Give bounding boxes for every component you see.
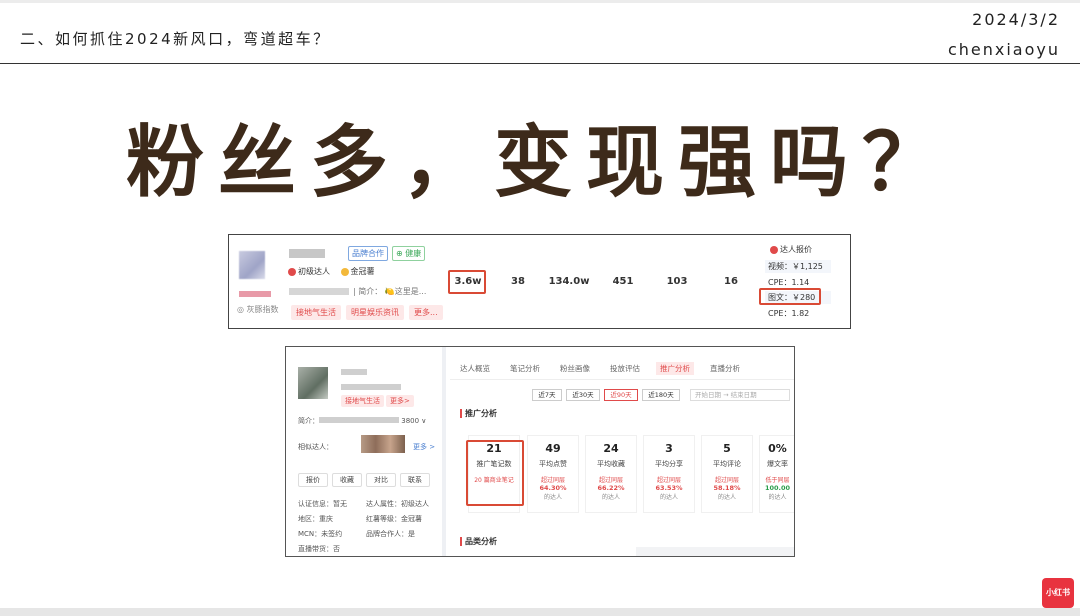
quote-button[interactable]: 报价 <box>298 473 328 487</box>
blurred-text <box>341 384 401 390</box>
section-category: 品类分析 <box>460 536 497 547</box>
info-item: 红薯等级：金冠薯 <box>366 515 422 523</box>
date-range-input[interactable]: 开始日期 → 结束日期 <box>690 389 790 401</box>
similar-label: 相似达人： <box>298 443 333 451</box>
crown-icon <box>340 267 349 276</box>
metric-value: 103 <box>666 276 688 287</box>
tab-overview[interactable]: 达人概览 <box>460 363 490 374</box>
tab-placement[interactable]: 投放评估 <box>610 363 640 374</box>
avatar <box>298 367 328 399</box>
stat-card: 5 平均评论 超过同层 58.18% 的达人 <box>701 435 753 513</box>
range-180d[interactable]: 近180天 <box>642 389 680 401</box>
range-7d[interactable]: 近7天 <box>532 389 562 401</box>
level-line: 初级达人 金冠薯 <box>288 266 375 277</box>
stat-card: 49 平均点赞 超过同层 64.30% 的达人 <box>527 435 579 513</box>
favorite-button[interactable]: 收藏 <box>332 473 362 487</box>
author-label: chenxiaoyu <box>947 40 1060 59</box>
info-item: 认证信息：暂无 <box>298 500 347 508</box>
influencer-row-screenshot: ◎ 灰豚指数 品牌合作 ⊕ 健康 初级达人 金冠薯 | 简介： 🍋这里是... … <box>228 234 851 329</box>
header-divider <box>0 63 1080 64</box>
stat-card: 0% 爆文率 低于同层 100.00 的达人 <box>759 435 794 513</box>
section-promo: 推广分析 <box>460 408 497 419</box>
category-chip[interactable]: 接地气生活 <box>291 305 341 320</box>
blurred-name-bar <box>239 291 271 297</box>
tab-fans[interactable]: 粉丝画像 <box>560 363 590 374</box>
info-item: 品牌合作人：是 <box>366 530 415 538</box>
bottom-edge <box>0 608 1080 616</box>
tab-promotion[interactable]: 推广分析 <box>656 362 694 375</box>
intro-line: | 简介： 🍋这里是... <box>289 286 426 297</box>
stat-card: 24 平均收藏 超过同层 66.22% 的达人 <box>585 435 637 513</box>
blurred-text <box>319 417 399 423</box>
top-edge <box>0 0 1080 3</box>
stat-card: 3 平均分享 超过同层 63.53% 的达人 <box>643 435 695 513</box>
slide-main-title: 粉丝多，变现强吗？ <box>125 118 954 208</box>
profile-panel: 接地气生活 更多> 简介： 3800 ∨ 相似达人： 更多 > 报价 收藏 对比… <box>286 347 446 556</box>
creator-level-icon <box>288 267 296 276</box>
metric-value: 134.0w <box>548 276 590 287</box>
metric-value: 16 <box>724 276 738 287</box>
blurred-text <box>289 288 349 295</box>
metric-value: 451 <box>612 276 634 287</box>
section-marker <box>460 537 462 546</box>
follower-highlight-box <box>448 270 486 294</box>
price-header: 达人报价 <box>770 244 812 255</box>
intro-line: 简介： 3800 ∨ <box>298 417 427 425</box>
section-marker <box>460 409 462 418</box>
crown-level-label: 金冠薯 <box>350 267 375 276</box>
contact-button[interactable]: 联系 <box>400 473 430 487</box>
compare-button[interactable]: 对比 <box>366 473 396 487</box>
xiaohongshu-logo: 小红书 <box>1042 578 1074 608</box>
heat-index-label: ◎ 灰豚指数 <box>237 305 279 314</box>
price-icon <box>770 245 778 254</box>
image-cpe: CPE：1.82 <box>765 307 831 320</box>
analysis-panel: 达人概览 笔记分析 粉丝画像 投放评估 推广分析 直播分析 近7天 近30天 近… <box>450 347 794 556</box>
influencer-detail-screenshot: 接地气生活 更多> 简介： 3800 ∨ 相似达人： 更多 > 报价 收藏 对比… <box>285 346 795 557</box>
range-90d[interactable]: 近90天 <box>604 389 638 401</box>
info-item: 地区：重庆 <box>298 515 333 523</box>
health-tag: ⊕ 健康 <box>392 246 426 261</box>
brand-partner-tag: 品牌合作 <box>348 246 388 261</box>
creator-level-label: 初级达人 <box>298 267 330 276</box>
section-heading: 二、如何抓住2024新风口，弯道超车？ <box>20 30 331 48</box>
category-chip[interactable]: 接地气生活 <box>341 395 384 407</box>
more-chip[interactable]: 更多> <box>386 395 414 407</box>
similar-avatars[interactable] <box>361 435 405 453</box>
video-price: 视频：￥1,125 <box>765 260 831 273</box>
tab-divider <box>450 379 794 380</box>
info-item: 达人属性：初级达人 <box>366 500 429 508</box>
tab-notes[interactable]: 笔记分析 <box>510 363 540 374</box>
slide: 二、如何抓住2024新风口，弯道超车？ 2024/3/2 chenxiaoyu … <box>0 0 1080 616</box>
intro-text: | 简介： 🍋这里是... <box>353 287 427 296</box>
blurred-username <box>341 369 367 375</box>
tab-live[interactable]: 直播分析 <box>710 363 740 374</box>
avatar <box>239 251 265 279</box>
footer-strip <box>636 547 794 556</box>
date-label: 2024/3/2 <box>972 10 1060 29</box>
category-chip[interactable]: 明星娱乐资讯 <box>346 305 404 320</box>
range-30d[interactable]: 近30天 <box>566 389 600 401</box>
image-price-highlight-box <box>759 288 821 305</box>
similar-more-link[interactable]: 更多 > <box>413 442 435 452</box>
blurred-username <box>289 249 325 258</box>
more-chip[interactable]: 更多... <box>409 305 443 320</box>
metric-value: 38 <box>511 276 525 287</box>
note-count-highlight-box <box>466 440 524 506</box>
info-item: MCN：未签约 <box>298 530 343 538</box>
info-item: 直播带货：否 <box>298 545 340 553</box>
